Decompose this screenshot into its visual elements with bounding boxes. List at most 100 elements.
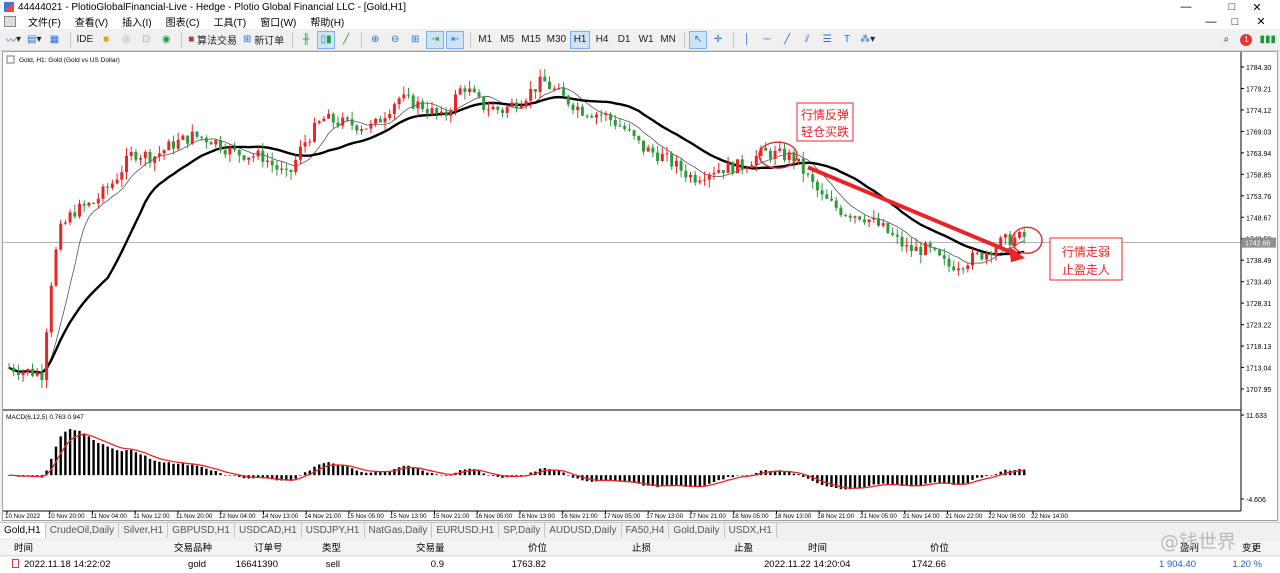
lock-icon[interactable]: ■ bbox=[97, 31, 115, 49]
notifications-icon[interactable]: 1 bbox=[1237, 31, 1255, 49]
timeframe-w1[interactable]: W1 bbox=[636, 31, 656, 49]
timeframe-m15[interactable]: M15 bbox=[519, 31, 542, 49]
tab-crudeoil-daily[interactable]: CrudeOil,Daily bbox=[46, 523, 120, 538]
cursor-icon[interactable]: ↖ bbox=[689, 30, 708, 49]
menu-file[interactable]: 文件(F) bbox=[22, 14, 69, 29]
menu-view[interactable]: 查看(V) bbox=[69, 14, 116, 29]
candle-body bbox=[721, 170, 725, 173]
macd-histogram-bar bbox=[896, 475, 899, 485]
price-tick-label: 1758.85 bbox=[1246, 172, 1271, 179]
zoom-in-icon[interactable]: ⊕ bbox=[366, 31, 384, 49]
shapes-icon[interactable]: ⁂ ▾ bbox=[858, 31, 877, 49]
candle-body bbox=[364, 128, 368, 130]
connection-status-icon[interactable]: ▮▮▮ bbox=[1257, 31, 1278, 49]
chart-window[interactable]: 行情反弹 轻仓买跌 行情走弱 止盈走人 MACD(6,12,5) 0.763 0.94… bbox=[2, 51, 1278, 521]
col-type[interactable]: 类型 bbox=[322, 541, 341, 556]
chart-canvas[interactable]: 行情反弹轻仓买跌行情走弱止盈走人 MACD(6,12,5) 0.763 0.94… bbox=[3, 52, 1277, 520]
timeframe-mn[interactable]: MN bbox=[658, 31, 678, 49]
tab-gbpusd-h1[interactable]: GBPUSD,H1 bbox=[168, 523, 235, 538]
tab-eurusd-h1[interactable]: EURUSD,H1 bbox=[432, 523, 500, 538]
timeframe-h1[interactable]: H1 bbox=[570, 30, 591, 49]
crosshair-icon[interactable]: ✛ bbox=[709, 31, 727, 49]
market-icon[interactable]: ⊡ bbox=[137, 31, 155, 49]
tile-windows-icon[interactable]: ⊞ bbox=[406, 31, 424, 49]
line-type-icon[interactable]: ╱ bbox=[337, 31, 355, 49]
col-change[interactable]: 变更 bbox=[1242, 541, 1261, 556]
menu-help[interactable]: 帮助(H) bbox=[304, 14, 352, 29]
macd-histogram-bar bbox=[736, 474, 739, 476]
row-symbol: gold bbox=[188, 559, 206, 570]
macd-histogram-bar bbox=[590, 475, 593, 482]
candle-body bbox=[223, 149, 227, 155]
text-tool-icon[interactable]: T bbox=[838, 31, 856, 49]
col-close-price[interactable]: 价位 bbox=[930, 541, 949, 556]
table-row[interactable]: 2022.11.18 14:22:02 gold 16641390 sell 0… bbox=[0, 557, 1280, 573]
candle-body bbox=[679, 160, 683, 171]
trendline-icon[interactable]: ╱ bbox=[778, 31, 796, 49]
col-close-time[interactable]: 时间 bbox=[808, 541, 827, 556]
tab-audusd-daily[interactable]: AUDUSD,Daily bbox=[545, 523, 622, 538]
tab-natgas-daily[interactable]: NatGas,Daily bbox=[365, 523, 433, 538]
ide-button[interactable]: IDE bbox=[75, 31, 96, 49]
new-order-button[interactable]: ⊞ 新订单 bbox=[241, 31, 286, 49]
time-tick-label: 10 Nov 2022 bbox=[5, 513, 41, 520]
timeframe-h4[interactable]: H4 bbox=[592, 31, 612, 49]
fibonacci-icon[interactable]: ☰ bbox=[818, 31, 836, 49]
tab-usdjpy-h1[interactable]: USDJPY,H1 bbox=[302, 523, 365, 538]
close-button[interactable]: ✕ bbox=[1234, 0, 1280, 14]
tab-fa50-h4[interactable]: FA50,H4 bbox=[622, 523, 670, 538]
algo-trading-button[interactable]: ■ 算法交易 bbox=[186, 31, 239, 49]
chart-window-icon[interactable] bbox=[4, 16, 16, 27]
col-symbol[interactable]: 交易品种 bbox=[174, 541, 212, 556]
menu-insert[interactable]: 插入(I) bbox=[116, 14, 159, 29]
menu-window[interactable]: 窗口(W) bbox=[254, 14, 304, 29]
menu-charts[interactable]: 图表(C) bbox=[160, 14, 208, 29]
timeframe-m1[interactable]: M1 bbox=[475, 31, 495, 49]
signals-icon[interactable]: ◎ bbox=[117, 31, 135, 49]
vps-icon[interactable]: ◉ bbox=[157, 31, 175, 49]
horizontal-line-icon[interactable]: ─ bbox=[758, 31, 776, 49]
timeframe-d1[interactable]: D1 bbox=[614, 31, 634, 49]
zoom-out-icon[interactable]: ⊖ bbox=[386, 31, 404, 49]
minimize-button[interactable]: — bbox=[1163, 0, 1209, 14]
candle-body bbox=[35, 372, 39, 376]
col-price[interactable]: 价位 bbox=[528, 541, 547, 556]
price-tick-label: 1738.49 bbox=[1246, 258, 1271, 265]
col-volume[interactable]: 交易量 bbox=[416, 541, 445, 556]
col-time[interactable]: 时间 bbox=[14, 541, 33, 556]
col-ticket[interactable]: 订单号 bbox=[254, 541, 283, 556]
tab-gold-h1[interactable]: Gold,H1 bbox=[0, 523, 46, 538]
search-icon[interactable]: ⌕ bbox=[1217, 31, 1235, 49]
template-icon[interactable]: ▤ ▾ bbox=[25, 31, 43, 49]
candle-body bbox=[345, 117, 349, 120]
vertical-line-icon[interactable]: │ bbox=[738, 31, 756, 49]
col-sl[interactable]: 止损 bbox=[632, 541, 651, 556]
candle-body bbox=[839, 207, 843, 216]
candle-body bbox=[745, 167, 749, 170]
candle-body bbox=[407, 94, 410, 96]
tab-silver-h1[interactable]: Silver,H1 bbox=[119, 523, 169, 538]
tab-sp-daily[interactable]: SP,Daily bbox=[499, 523, 546, 538]
candle-body bbox=[703, 179, 707, 181]
row-ticket: 16641390 bbox=[235, 559, 278, 570]
candle-body bbox=[966, 265, 970, 269]
col-tp[interactable]: 止盈 bbox=[734, 541, 753, 556]
candle-body bbox=[204, 137, 208, 143]
timeframe-m5[interactable]: M5 bbox=[497, 31, 517, 49]
chart-shift-icon[interactable]: ⇤ bbox=[446, 30, 465, 49]
timeframe-m30[interactable]: M30 bbox=[545, 31, 568, 49]
tab-usdx-h1[interactable]: USDX,H1 bbox=[725, 523, 777, 538]
bar-chart-icon[interactable]: ╫ bbox=[297, 31, 315, 49]
profiles-icon[interactable]: ▦ bbox=[46, 31, 64, 49]
tab-usdcad-h1[interactable]: USDCAD,H1 bbox=[235, 523, 302, 538]
candlestick-icon[interactable]: ▯▮ bbox=[317, 30, 336, 49]
candle-body bbox=[689, 174, 692, 178]
menu-tools[interactable]: 工具(T) bbox=[207, 14, 254, 29]
tab-gold-daily[interactable]: Gold,Daily bbox=[669, 523, 725, 538]
candle-body bbox=[327, 113, 331, 119]
channel-icon[interactable]: ⫽ bbox=[798, 31, 816, 49]
line-chart-icon[interactable]: 〰 ▾ bbox=[4, 31, 23, 49]
autoscroll-icon[interactable]: ⇥ bbox=[426, 30, 445, 49]
child-close-button[interactable]: ✕ bbox=[1238, 14, 1280, 29]
candle-body bbox=[129, 151, 133, 156]
